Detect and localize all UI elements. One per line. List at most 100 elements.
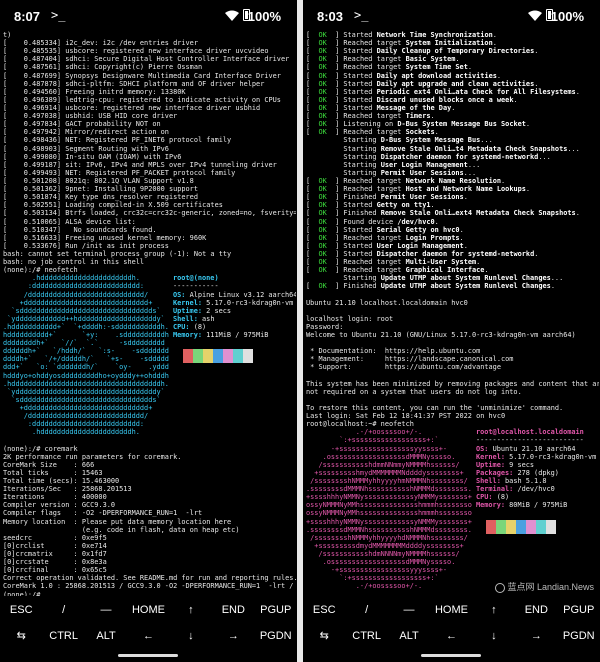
end-key[interactable]: END	[212, 598, 254, 622]
neofetch-label-os: OS:	[172, 290, 186, 299]
neofetch-value-terminal: /dev/hvc0	[517, 485, 555, 494]
dash-key[interactable]: —	[85, 598, 127, 622]
systemd-verb: Started	[343, 71, 377, 80]
systemd-unit: Daily Cleanup of Temporary Directories	[376, 47, 535, 56]
systemd-suffix: .	[459, 225, 464, 234]
systemd-unit: Sockets	[405, 128, 435, 137]
terminal-line: --------------------------	[475, 436, 584, 445]
ok-status: OK	[318, 193, 327, 202]
terminal-line: [ 0.497942] Mirror/redirect action on	[3, 128, 169, 137]
terminal-line: Compiler version : GCC9.3.0	[3, 501, 116, 510]
tab-key[interactable]: ⇆	[303, 624, 345, 648]
terminal-line: [ 0.496389] ledtrig-cpu: registered to i…	[3, 95, 281, 104]
page-up-key[interactable]: PGUP	[255, 598, 297, 622]
terminal-line: `yddddddddddddddddddddddddddddddddddy`	[3, 387, 165, 396]
systemd-status-line: [ OK ] Reached target Sockets.	[306, 128, 439, 137]
home-key[interactable]: HOME	[127, 598, 169, 622]
systemd-suffix: ...	[463, 168, 477, 177]
left-arrow-key[interactable]: ←	[127, 624, 169, 648]
up-arrow-key[interactable]: ↑	[473, 598, 515, 622]
slash-key[interactable]: /	[42, 598, 84, 622]
tab-key[interactable]: ⇆	[0, 624, 42, 648]
systemd-verb: Reached target	[343, 128, 406, 137]
terminal-line: /dddddddddddddddddddddddddddd/	[3, 290, 149, 299]
terminal-output[interactable]: [ OK ] Started Network Time Synchronizat…	[306, 31, 599, 596]
palette-swatch	[202, 349, 213, 364]
alt-key[interactable]: ALT	[388, 624, 430, 648]
right-phone-screen: 8:03 >_ 100% [ OK ] Started Network Time…	[303, 0, 600, 662]
systemd-unit: Host and Network Name Lookups	[405, 185, 526, 194]
home-gesture-pill[interactable]	[421, 654, 481, 657]
systemd-unit: Serial Getty on hvc0	[376, 225, 460, 234]
page-up-key[interactable]: PGUP	[558, 598, 600, 622]
terminal-line: Welcome to Ubuntu 21.10 (GNU/Linux 5.17.…	[306, 331, 576, 340]
systemd-suffix: .	[459, 233, 464, 242]
alt-key[interactable]: ALT	[85, 624, 127, 648]
terminal-line: [ 0.501208] 8021q: 802.1Q VLAN Support v…	[3, 176, 194, 185]
down-arrow-key[interactable]: ↓	[170, 624, 212, 648]
up-arrow-key[interactable]: ↑	[170, 598, 212, 622]
right-arrow-key[interactable]: →	[212, 624, 254, 648]
palette-swatch	[222, 349, 233, 364]
ok-status: OK	[318, 128, 327, 137]
systemd-status-line: [ OK ] Finished Remove Stale Onli…ext4 M…	[306, 209, 580, 218]
terminal-output[interactable]: t)[ 0.485334] i2c_dev: i2c /dev entries …	[3, 31, 296, 596]
systemd-status-line: [ OK ] Started Discard unused blocks onc…	[306, 95, 518, 104]
esc-key[interactable]: ESC	[0, 598, 42, 622]
home-gesture-pill[interactable]	[118, 654, 178, 657]
ok-status: OK	[318, 71, 327, 80]
systemd-unit: User Login Management	[376, 241, 464, 250]
down-arrow-key[interactable]: ↓	[473, 624, 515, 648]
status-time: 8:07	[14, 9, 41, 24]
terminal-line: .hddddddddddddddddddddddddddddddddddddh.	[3, 379, 169, 388]
terminal-line: seedcrc : 0xe9f5	[3, 533, 107, 542]
systemd-unit: Graphical Interface	[405, 266, 485, 275]
systemd-verb: Starting	[343, 168, 381, 177]
terminal-line: ddddddh+` `/hddh/` `:s- -sddddddd	[3, 347, 169, 356]
systemd-unit: Message of the Day	[376, 103, 452, 112]
terminal-line: Total ticks : 15463	[3, 468, 103, 477]
terminal-line: .hddddddddddd+` `+ddddh:-sdddddddddddh.	[3, 322, 169, 331]
terminal-line: ddd+` `o: `dddddddh/` `oy- .yddd	[3, 363, 169, 372]
left-arrow-key[interactable]: ←	[430, 624, 472, 648]
neofetch-label-cpu: CPU:	[475, 493, 493, 502]
neofetch-info-shell: Shell: bash 5.1.8	[476, 477, 596, 485]
ok-status: OK	[318, 209, 327, 218]
terminal-line: not required on a system that users do n…	[306, 387, 522, 396]
page-down-key[interactable]: PGDN	[558, 624, 600, 648]
terminal-line: This system has been minimized by removi…	[306, 379, 599, 388]
systemd-unit: Multi-User System	[405, 258, 477, 267]
terminal-line: [ 0.499080] In-situ OAM (IOAM) with IPv6	[3, 152, 182, 161]
palette-swatch	[525, 519, 536, 534]
page-down-key[interactable]: PGDN	[255, 624, 297, 648]
neofetch-info-kernel: Kernel: 5.17.0-rc3-kdrag0n-vm	[476, 453, 596, 461]
terminal-line: 2K performance run parameters for corema…	[3, 452, 182, 461]
palette-swatch	[212, 349, 223, 364]
ok-status: OK	[318, 217, 327, 226]
terminal-line: [0]crcmatrix : 0x1fd7	[3, 550, 107, 558]
esc-key[interactable]: ESC	[303, 598, 345, 622]
ctrl-key[interactable]: CTRL	[345, 624, 387, 648]
terminal-line: -+ssssssssssssssssssyyssss+-	[306, 444, 448, 453]
neofetch-info-shell: Shell: ash	[173, 315, 296, 323]
home-key[interactable]: HOME	[430, 598, 472, 622]
systemd-status-line: [ OK ] Listening on D-Bus System Message…	[306, 120, 531, 129]
right-arrow-key[interactable]: →	[515, 624, 557, 648]
terminal-line: +sssshhhyNMMNyssssssssssssyNMMMysssssss+	[306, 517, 472, 526]
systemd-unit: Remove Stale Onli…t4 Metadata Check Snap…	[380, 144, 568, 153]
systemd-status-line: [ OK ] Started Network Time Synchronizat…	[306, 31, 497, 39]
terminal-line: Last login: Sat Feb 12 18:41:37 PST 2022…	[306, 412, 506, 421]
palette-swatch	[172, 349, 183, 364]
terminal-line: CoreMark 1.0 : 25868.201513 / GCC9.3.0 -…	[3, 582, 296, 591]
terminal-line: [ 0.498903] Segment Routing with IPv6	[3, 144, 169, 153]
dash-key[interactable]: —	[388, 598, 430, 622]
slash-key[interactable]: /	[345, 598, 387, 622]
neofetch-info-kernel: Kernel: 5.17.0-rc3-kdrag0n-vm	[173, 299, 296, 307]
neofetch-value-uptime: 2 secs	[206, 306, 232, 315]
end-key[interactable]: END	[515, 598, 557, 622]
systemd-status-line: [ OK ] Reached target Basic System.	[306, 55, 460, 64]
systemd-suffix: ...	[538, 152, 551, 161]
ctrl-key[interactable]: CTRL	[42, 624, 84, 648]
neofetch-value-memory: 111MiB / 975MiB	[206, 331, 269, 340]
